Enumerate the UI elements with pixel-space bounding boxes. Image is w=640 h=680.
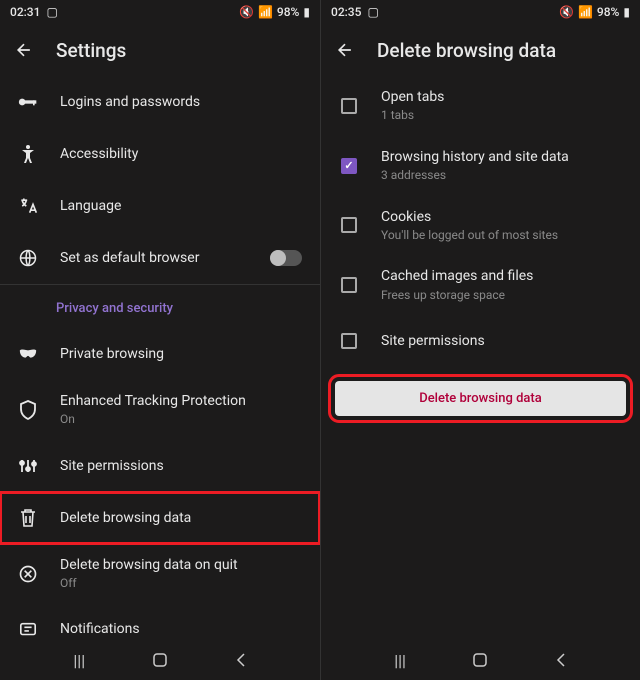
item-sub: You'll be logged out of most sites — [381, 228, 622, 244]
nav-bar: ||| — [321, 640, 640, 680]
recents-key[interactable]: ||| — [394, 651, 406, 670]
item-sub: 3 addresses — [381, 168, 622, 184]
status-time: 02:35 — [331, 5, 361, 19]
wifi-icon: 📶 — [578, 5, 593, 19]
wifi-icon: 📶 — [258, 5, 273, 19]
checkbox[interactable] — [341, 217, 357, 233]
battery-icon: ▮ — [303, 5, 310, 19]
item-label: Site permissions — [60, 457, 302, 475]
checkbox[interactable] — [341, 277, 357, 293]
item-label: Language — [60, 197, 302, 215]
checkbox[interactable] — [341, 158, 357, 174]
status-bar: 02:35 ▢ 🔇 📶 98% ▮ — [321, 0, 640, 24]
header: Delete browsing data — [321, 24, 640, 76]
check-cookies[interactable]: Cookies You'll be logged out of most site… — [321, 196, 640, 256]
item-delete-browsing-data[interactable]: Delete browsing data — [0, 492, 320, 544]
back-key[interactable] — [235, 652, 247, 668]
battery-text: 98% — [277, 5, 299, 19]
status-time: 02:31 — [10, 5, 40, 19]
language-icon — [18, 196, 38, 216]
item-tracking-protection[interactable]: Enhanced Tracking Protection On — [0, 380, 320, 440]
item-label: Accessibility — [60, 145, 302, 163]
item-language[interactable]: Language — [0, 180, 320, 232]
screenshot-icon: ▢ — [367, 5, 378, 19]
item-sub: 1 tabs — [381, 108, 622, 124]
section-privacy: Privacy and security — [0, 285, 320, 328]
item-label: Delete browsing data on quit — [60, 556, 302, 574]
battery-icon: ▮ — [623, 5, 630, 19]
checkbox[interactable] — [341, 98, 357, 114]
item-default-browser[interactable]: Set as default browser — [0, 232, 320, 284]
mute-icon: 🔇 — [559, 5, 574, 19]
toggle-default-browser[interactable] — [270, 250, 302, 266]
check-history[interactable]: Browsing history and site data 3 addresse… — [321, 136, 640, 196]
item-logins[interactable]: Logins and passwords — [0, 76, 320, 128]
home-key[interactable] — [472, 652, 488, 668]
page-title: Delete browsing data — [377, 39, 556, 62]
shield-icon — [18, 400, 38, 420]
delete-data-screen: 02:35 ▢ 🔇 📶 98% ▮ Delete browsing data O… — [320, 0, 640, 680]
item-label: Site permissions — [381, 332, 622, 350]
item-sub: Off — [60, 576, 302, 592]
nav-bar: ||| — [0, 640, 320, 680]
item-label: Notifications — [60, 620, 302, 638]
item-private-browsing[interactable]: Private browsing — [0, 328, 320, 380]
home-key[interactable] — [152, 652, 168, 668]
mask-icon — [18, 348, 38, 360]
screenshot-icon: ▢ — [46, 5, 57, 19]
settings-screen: 02:31 ▢ 🔇 📶 98% ▮ Settings Logins and pa… — [0, 0, 320, 680]
recents-key[interactable]: ||| — [73, 651, 85, 670]
item-label: Delete browsing data — [60, 509, 302, 527]
item-delete-on-quit[interactable]: Delete browsing data on quit Off — [0, 544, 320, 604]
bell-icon — [18, 621, 38, 639]
trash-icon — [18, 508, 38, 528]
check-open-tabs[interactable]: Open tabs 1 tabs — [321, 76, 640, 136]
item-label: Logins and passwords — [60, 93, 302, 111]
globe-icon — [18, 248, 38, 268]
item-sub: Frees up storage space — [381, 288, 622, 304]
back-icon[interactable] — [14, 40, 34, 60]
item-label: Set as default browser — [60, 249, 248, 267]
item-label: Enhanced Tracking Protection — [60, 392, 302, 410]
header: Settings — [0, 24, 320, 76]
key-icon — [18, 95, 38, 109]
sliders-icon — [18, 457, 38, 475]
item-accessibility[interactable]: Accessibility — [0, 128, 320, 180]
delete-browsing-data-button[interactable]: Delete browsing data — [335, 381, 626, 416]
battery-text: 98% — [597, 5, 619, 19]
item-label: Private browsing — [60, 345, 302, 363]
item-label: Cached images and files — [381, 267, 622, 285]
item-label: Browsing history and site data — [381, 148, 622, 166]
item-label: Cookies — [381, 208, 622, 226]
check-cached[interactable]: Cached images and files Frees up storage … — [321, 255, 640, 315]
item-notifications[interactable]: Notifications — [0, 604, 320, 640]
checkbox[interactable] — [341, 333, 357, 349]
item-label: Open tabs — [381, 88, 622, 106]
page-title: Settings — [56, 39, 126, 62]
item-site-permissions[interactable]: Site permissions — [0, 440, 320, 492]
accessibility-icon — [18, 144, 38, 164]
back-key[interactable] — [555, 652, 567, 668]
mute-icon: 🔇 — [239, 5, 254, 19]
status-bar: 02:31 ▢ 🔇 📶 98% ▮ — [0, 0, 320, 24]
check-site-permissions[interactable]: Site permissions — [321, 315, 640, 367]
back-icon[interactable] — [335, 40, 355, 60]
x-circle-icon — [18, 564, 38, 584]
item-sub: On — [60, 412, 302, 428]
